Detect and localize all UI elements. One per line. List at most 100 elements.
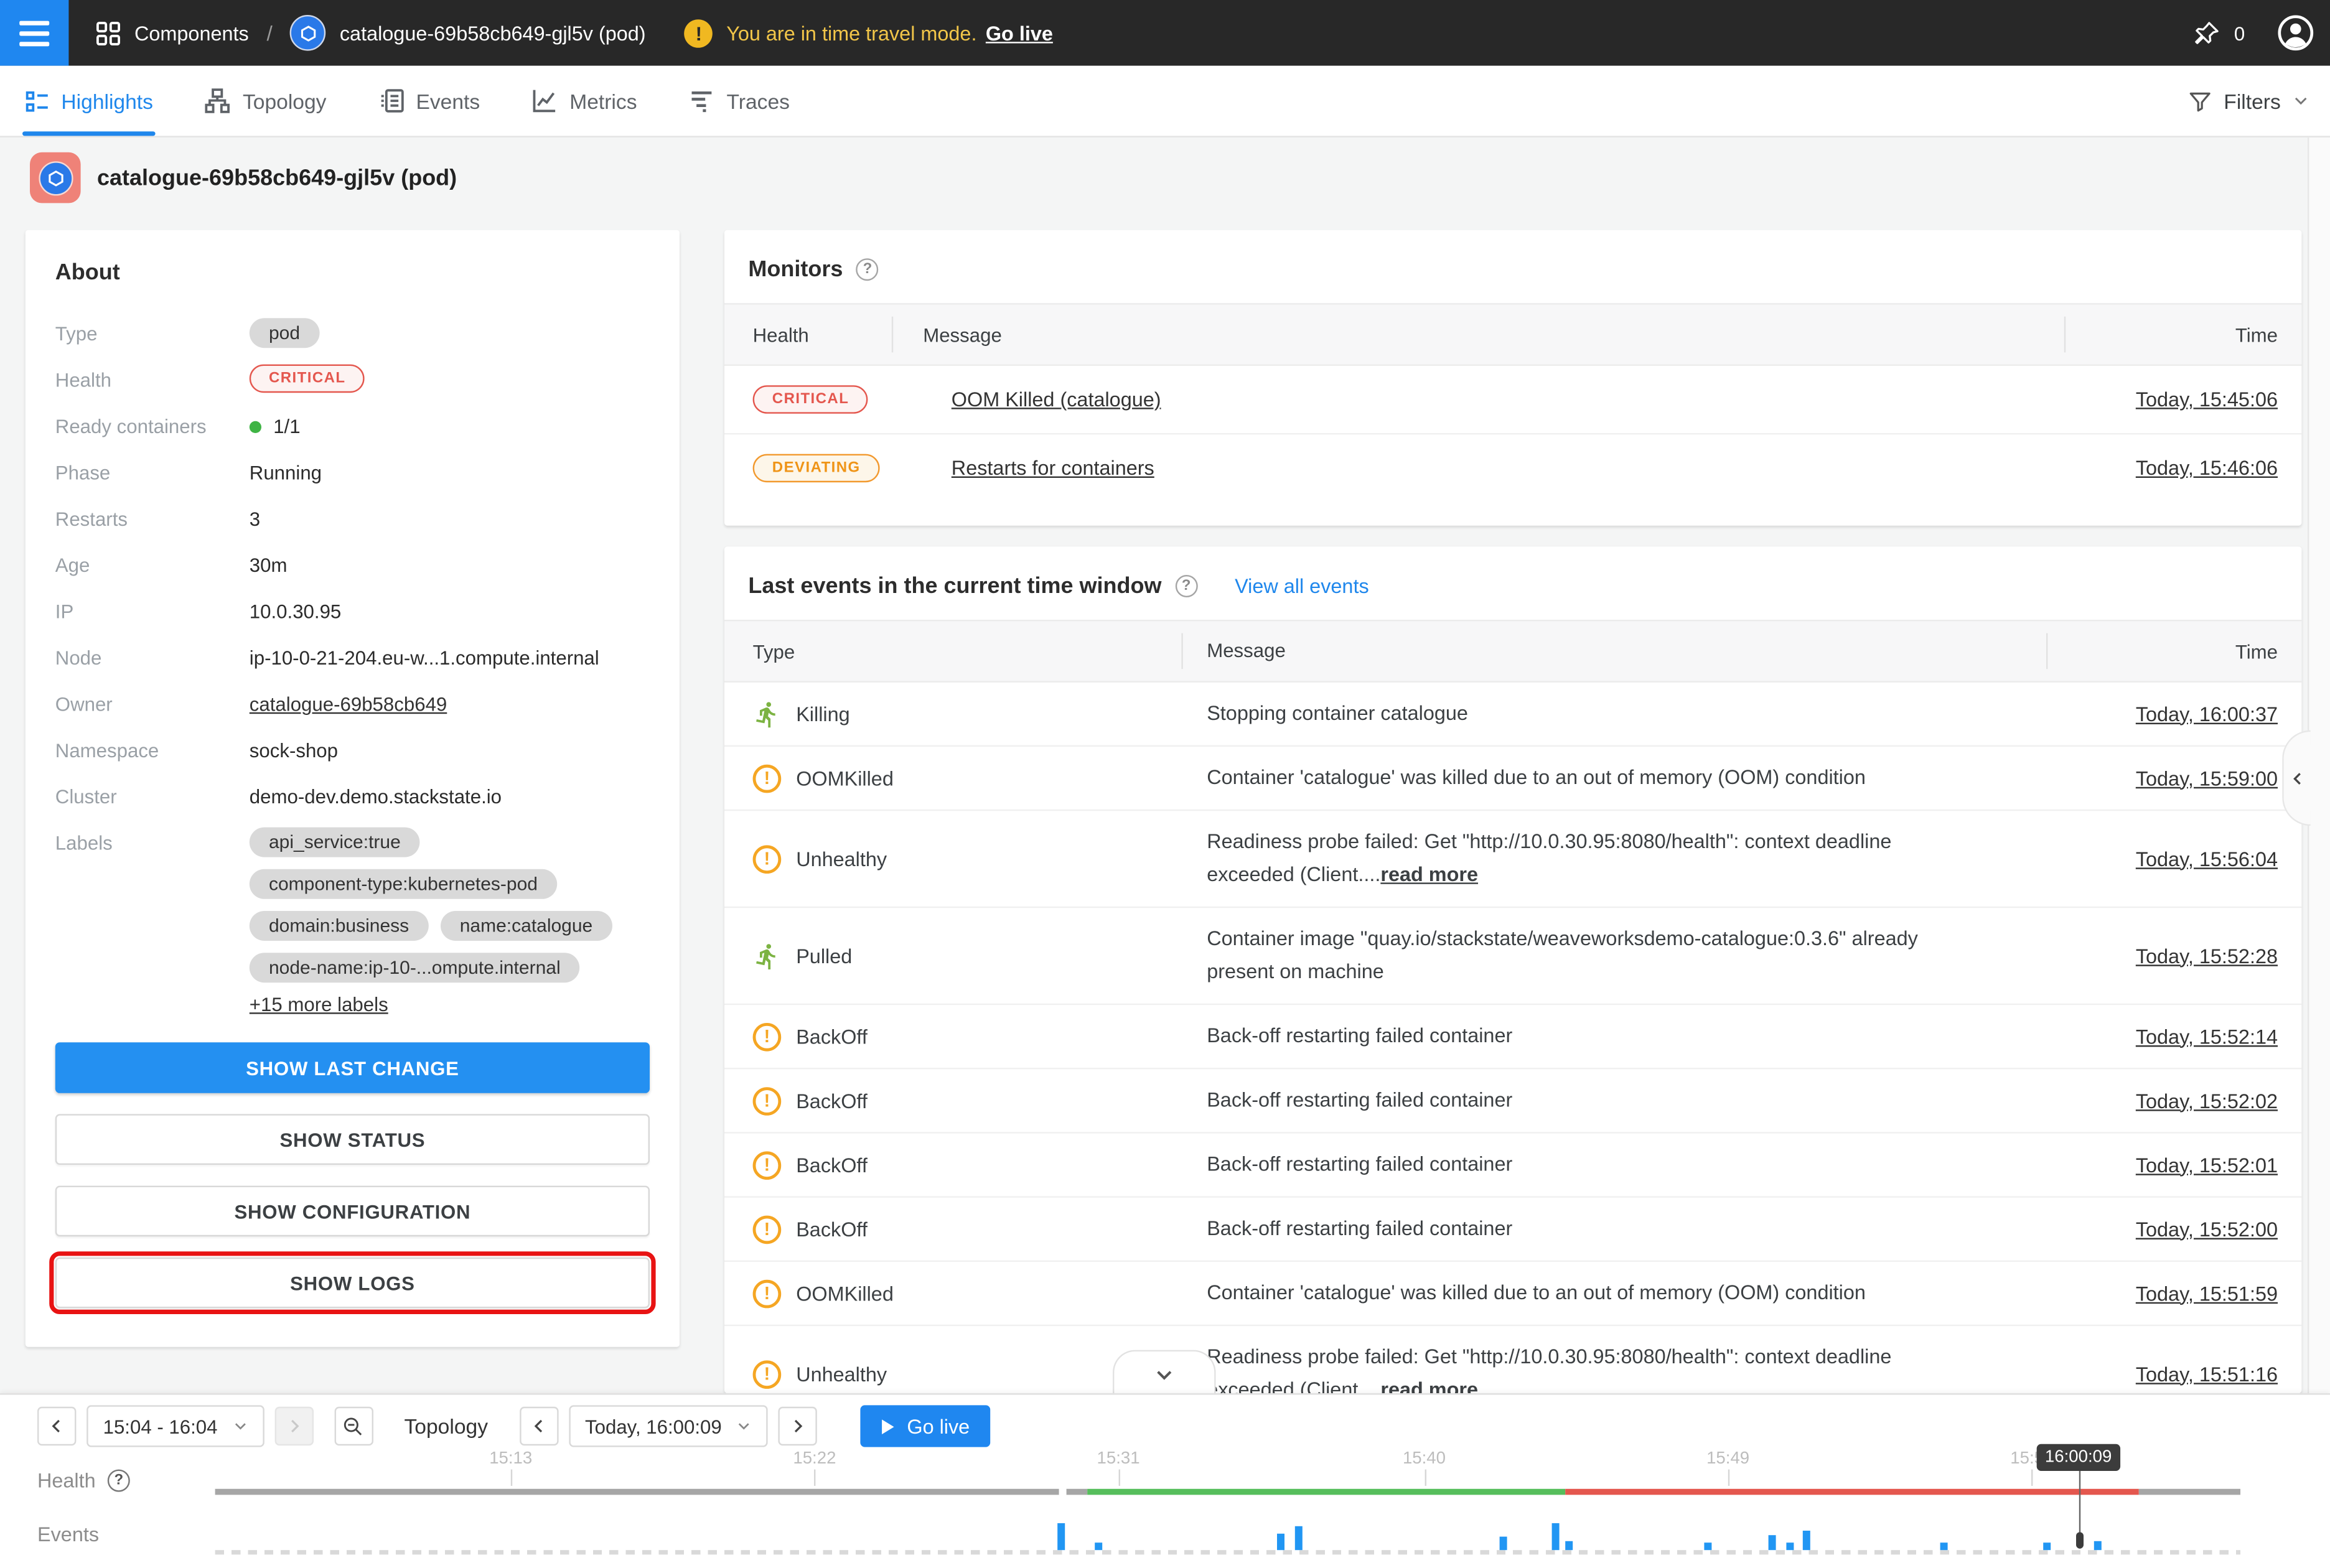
event-type-label: Killing [796,702,849,725]
event-message-line: Readiness probe failed: Get "http://10.0… [1207,1342,1994,1374]
monitor-health-cell: DEVIATING [724,454,922,483]
event-time-link[interactable]: Today, 15:51:59 [2136,1282,2278,1304]
event-time-link[interactable]: Today, 16:00:37 [2136,702,2278,725]
event-time-link[interactable]: Today, 15:52:01 [2136,1154,2278,1176]
field-label: Labels [55,828,250,854]
show-last-change-button[interactable]: SHOW LAST CHANGE [55,1042,650,1093]
timeline-track[interactable]: 15:1315:2215:3115:4015:4915:5816:00:09 [215,1395,2240,1568]
field-label: Age [55,549,250,576]
timeline-tick-label: 15:49 [1706,1450,1749,1468]
event-time-link[interactable]: Today, 15:56:04 [2136,847,2278,870]
event-message-cell: Readiness probe failed: Get "http://10.0… [1183,826,2048,892]
show-logs-button[interactable]: SHOW LOGS [55,1258,650,1309]
event-time-link[interactable]: Today, 15:52:00 [2136,1218,2278,1240]
breadcrumb-separator: / [267,21,273,45]
event-time-cell: Today, 15:52:28 [2047,945,2301,967]
menu-icon[interactable] [0,0,68,66]
expand-right-panel-button[interactable] [2282,730,2311,826]
range-prev-button[interactable] [37,1407,76,1445]
about-field-row: Ready containers1/1 [55,411,650,444]
monitor-message-cell: OOM Killed (catalogue) [922,388,2042,411]
time-marker-handle[interactable] [2075,1532,2083,1548]
show-status-button[interactable]: SHOW STATUS [55,1114,650,1165]
show-configuration-button[interactable]: SHOW CONFIGURATION [55,1186,650,1237]
alert-icon: ! [753,1279,782,1308]
event-row: !BackOffBack-off restarting failed conta… [724,1004,2301,1068]
about-card: About TypepodHealthCRITICALReady contain… [26,230,680,1347]
timeline-tick-mark [1424,1470,1425,1486]
about-heading: About [55,260,650,286]
timeline-tick-label: 15:13 [489,1450,532,1468]
time-marker-tooltip: 16:00:09 [2036,1444,2121,1471]
read-more-link[interactable]: read more [1380,1378,1478,1393]
about-field-row: HealthCRITICAL [55,365,650,398]
timeline-tick-mark [2032,1470,2033,1486]
view-all-events-link[interactable]: View all events [1235,575,1369,597]
event-message-line: present on machine [1207,956,1994,988]
field-label: Type [55,318,250,345]
event-row: !OOMKilledContainer 'catalogue' was kill… [724,745,2301,810]
field-label: Phase [55,457,250,483]
tab-events[interactable]: Events [378,66,480,136]
events-heading: Last events in the current time window [748,574,1161,599]
about-field-row: Restarts3 [55,503,650,536]
event-time-cell: Today, 15:51:59 [2047,1282,2301,1304]
event-message-line: Container image "quay.io/stackstate/weav… [1207,923,1994,956]
tab-highlights[interactable]: Highlights [26,66,153,136]
go-live-link[interactable]: Go live [986,22,1053,44]
event-message-cell: Container image "quay.io/stackstate/weav… [1183,923,2048,989]
event-time-link[interactable]: Today, 15:59:00 [2136,767,2278,789]
health-segment-gray [215,1489,1060,1495]
about-field-row: IP10.0.30.95 [55,596,650,629]
event-bar [1769,1535,1776,1550]
tab-metrics[interactable]: Metrics [532,66,637,136]
field-value: 30m [250,549,288,576]
event-type-label: Pulled [796,945,852,967]
field-label: Node [55,642,250,669]
user-avatar-icon[interactable] [2276,14,2315,52]
event-time-link[interactable]: Today, 15:51:16 [2136,1363,2278,1385]
event-time-link[interactable]: Today, 15:52:28 [2136,945,2278,967]
owner-link[interactable]: catalogue-69b58cb649 [250,688,447,715]
pin-icon[interactable] [2192,19,2221,47]
event-message-cell: Back-off restarting failed container [1183,1213,2048,1245]
breadcrumb-components[interactable]: Components [134,22,249,44]
tab-traces[interactable]: Traces [690,66,790,136]
filters-button[interactable]: Filters [2188,89,2309,113]
event-row: !OOMKilledContainer 'catalogue' was kill… [724,1261,2301,1325]
timeline-tick-mark [815,1470,816,1486]
alert-icon: ! [753,764,782,793]
read-more-link[interactable]: read more [1380,863,1478,885]
help-icon[interactable]: ? [108,1470,130,1492]
event-bar [1057,1523,1065,1550]
event-bar [1566,1541,1573,1550]
timeline-tick-label: 15:31 [1097,1450,1140,1468]
monitor-time-link[interactable]: Today, 15:46:06 [2136,457,2278,479]
field-value: Running [250,457,322,483]
event-time-cell: Today, 15:52:00 [2047,1218,2301,1240]
help-icon[interactable]: ? [1175,575,1197,597]
field-value: 3 [250,503,260,530]
column-header: Type [724,621,1183,681]
help-icon[interactable]: ? [856,258,879,281]
health-segment-green [1088,1489,1566,1495]
monitor-message-link[interactable]: OOM Killed (catalogue) [952,388,1161,411]
tab-topology[interactable]: Topology [205,66,327,136]
event-time-link[interactable]: Today, 15:52:02 [2136,1090,2278,1112]
monitor-time-link[interactable]: Today, 15:45:06 [2136,388,2278,411]
page-title: catalogue-69b58cb649-gjl5v (pod) [97,165,457,190]
event-message-line: exceeded (Client....read more [1207,859,1994,891]
event-type-label: BackOff [796,1025,868,1048]
event-time-cell: Today, 15:52:14 [2047,1025,2301,1048]
breadcrumb-entity[interactable]: catalogue-69b58cb649-gjl5v (pod) [340,22,646,44]
timeline-panel: 15:04 - 16:04 Topology Today, 16:00:09 [0,1393,2330,1568]
monitor-time-cell: Today, 15:45:06 [2042,388,2302,411]
field-label: Namespace [55,735,250,762]
alert-icon: ! [753,1086,782,1115]
timeline-tick-mark [1728,1470,1729,1486]
monitor-message-link[interactable]: Restarts for containers [952,457,1154,479]
more-labels-link[interactable]: +15 more labels [250,993,388,1015]
collapse-timeline-button[interactable] [1113,1350,1216,1396]
event-time-link[interactable]: Today, 15:52:14 [2136,1025,2278,1048]
column-header: Health [724,305,893,365]
